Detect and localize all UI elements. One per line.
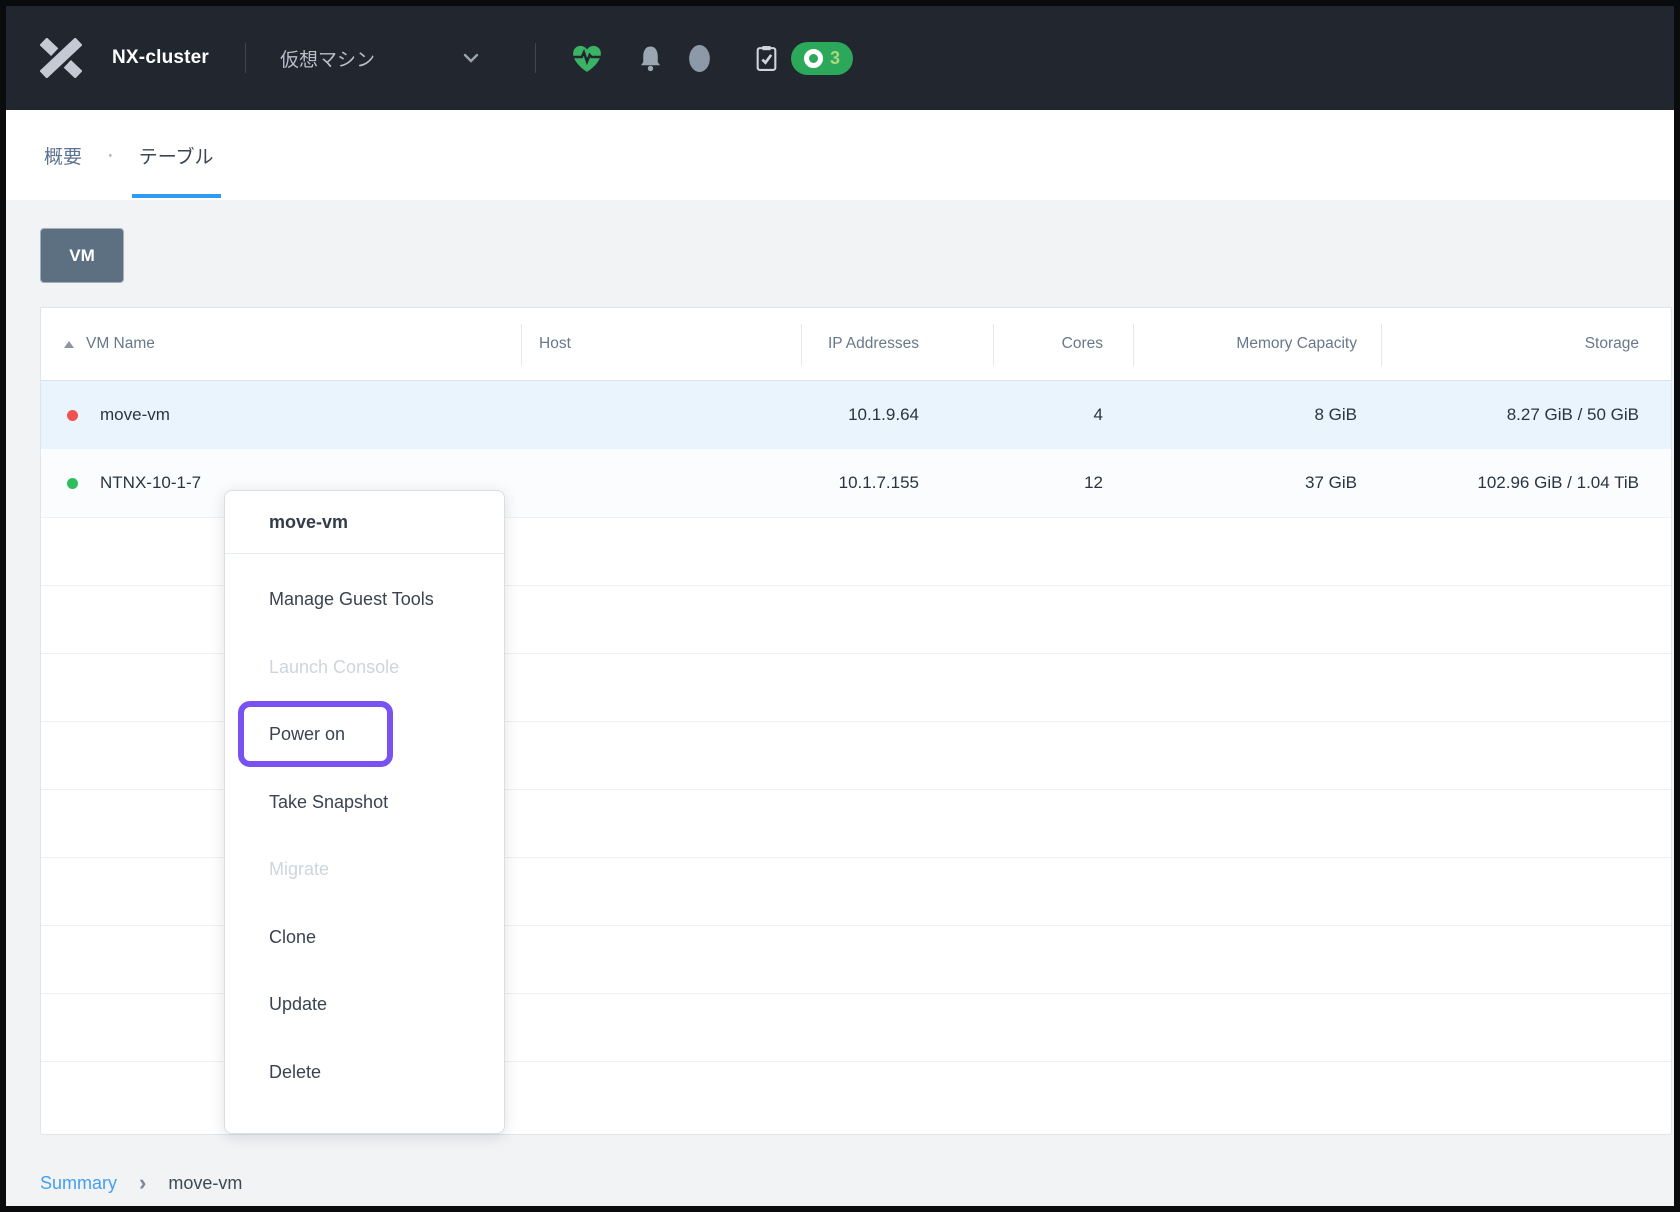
vm-name: NTNX-10-1-7 [100, 473, 201, 493]
nutanix-logo-icon [40, 38, 82, 78]
menu-item-power-on[interactable]: Power on [225, 701, 504, 769]
breadcrumb-chevron-icon: › [139, 1172, 146, 1194]
table-header-row: VM Name Host IP Addresses Cores Memory C… [41, 308, 1671, 381]
column-header-host[interactable]: Host [521, 308, 801, 380]
topbar-divider [535, 43, 536, 73]
app-window: NX-cluster 仮想マシン 3 [6, 6, 1674, 1206]
column-header-cores[interactable]: Cores [993, 308, 1133, 380]
cell-ip: 10.1.7.155 [801, 449, 993, 517]
column-header-ip-addresses[interactable]: IP Addresses [801, 308, 993, 380]
notifications-bell-icon[interactable] [638, 45, 663, 72]
status-dot-off [67, 410, 78, 421]
tasks-count: 3 [830, 48, 840, 69]
cell-cores: 4 [993, 381, 1133, 449]
status-dot-on [67, 478, 78, 489]
cell-ip: 10.1.9.64 [801, 381, 993, 449]
menu-item-launch-console: Launch Console [225, 634, 504, 702]
health-heart-icon[interactable] [570, 43, 604, 74]
context-menu-items: Manage Guest Tools Launch Console Power … [225, 554, 504, 1106]
cluster-name: NX-cluster [112, 47, 209, 69]
breadcrumb-current: move-vm [168, 1173, 242, 1194]
cell-cores: 12 [993, 449, 1133, 517]
context-menu-title: move-vm [225, 491, 504, 554]
progress-ring-icon [804, 49, 823, 68]
vm-name: move-vm [100, 405, 170, 425]
cell-host [521, 381, 801, 449]
menu-item-manage-guest-tools[interactable]: Manage Guest Tools [225, 566, 504, 634]
main-content: VM VM Name Host IP Addresses Cores Memor… [6, 200, 1674, 1206]
menu-item-clone[interactable]: Clone [225, 904, 504, 972]
breadcrumb: Summary › move-vm [40, 1172, 242, 1194]
cell-host [521, 449, 801, 517]
breadcrumb-summary-link[interactable]: Summary [40, 1173, 117, 1194]
vm-context-menu: move-vm Manage Guest Tools Launch Consol… [224, 490, 505, 1134]
tab-separator-dot: · [107, 144, 114, 167]
cell-memory: 37 GiB [1133, 449, 1381, 517]
tasks-clipboard-icon[interactable] [754, 45, 779, 72]
tasks-badge[interactable]: 3 [791, 42, 853, 75]
tab-bar: 概要 · テーブル [6, 110, 1674, 200]
vm-button[interactable]: VM [40, 228, 124, 283]
menu-item-migrate: Migrate [225, 836, 504, 904]
column-header-storage[interactable]: Storage [1381, 308, 1671, 380]
user-avatar[interactable] [689, 45, 710, 72]
tab-overview[interactable]: 概要 [44, 110, 82, 200]
entity-type-label: 仮想マシン [280, 45, 375, 72]
sort-ascending-icon [64, 341, 74, 348]
tab-table[interactable]: テーブル [139, 110, 214, 200]
cell-memory: 8 GiB [1133, 381, 1381, 449]
menu-item-update[interactable]: Update [225, 971, 504, 1039]
column-header-memory-capacity[interactable]: Memory Capacity [1133, 308, 1381, 380]
screen: NX-cluster 仮想マシン 3 [0, 0, 1680, 1212]
entity-type-dropdown[interactable]: 仮想マシン [246, 45, 479, 72]
menu-item-delete[interactable]: Delete [225, 1039, 504, 1107]
chevron-down-icon [463, 53, 479, 63]
cell-storage: 8.27 GiB / 50 GiB [1381, 381, 1671, 449]
column-header-vm-name[interactable]: VM Name [41, 308, 521, 380]
top-bar: NX-cluster 仮想マシン 3 [6, 6, 1674, 110]
menu-item-take-snapshot[interactable]: Take Snapshot [225, 769, 504, 837]
table-row-move-vm[interactable]: move-vm 10.1.9.64 4 8 GiB 8.27 GiB / 50 … [41, 381, 1671, 449]
cell-storage: 102.96 GiB / 1.04 TiB [1381, 449, 1671, 517]
